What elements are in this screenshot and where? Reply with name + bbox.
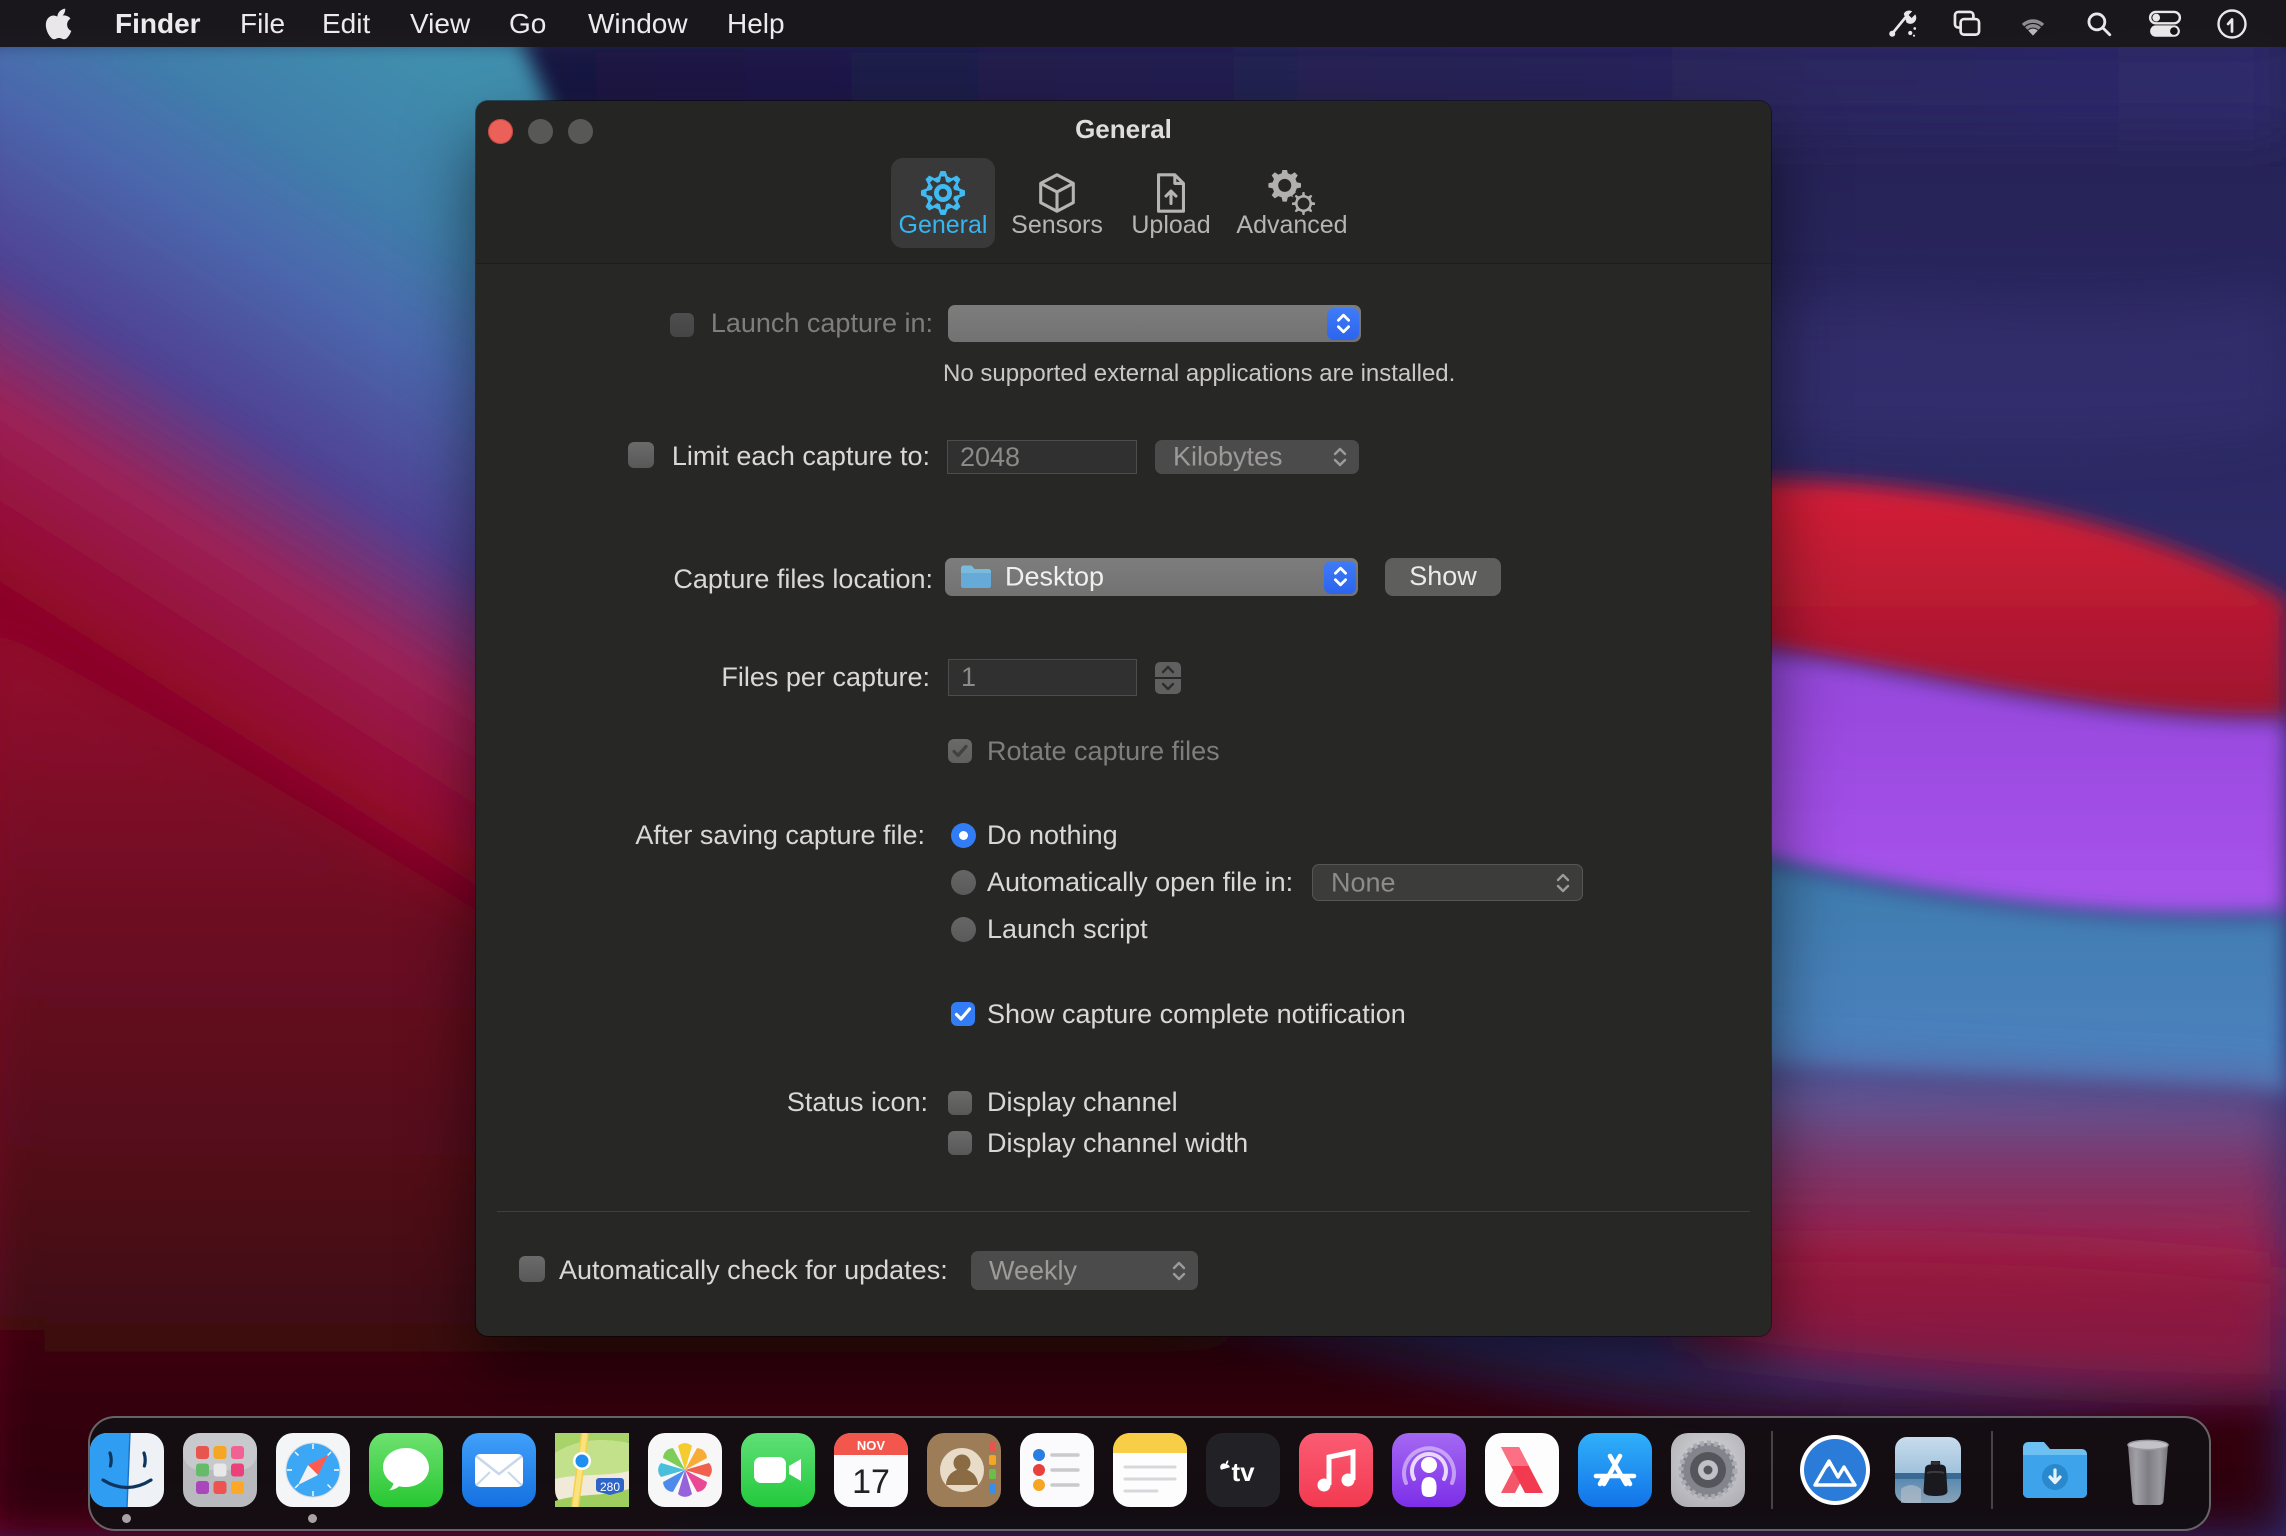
svg-text:17: 17 (852, 1463, 890, 1501)
svg-text:280: 280 (600, 1480, 620, 1494)
svg-text:tv: tv (1231, 1457, 1255, 1487)
svg-text:NOV: NOV (857, 1438, 886, 1453)
